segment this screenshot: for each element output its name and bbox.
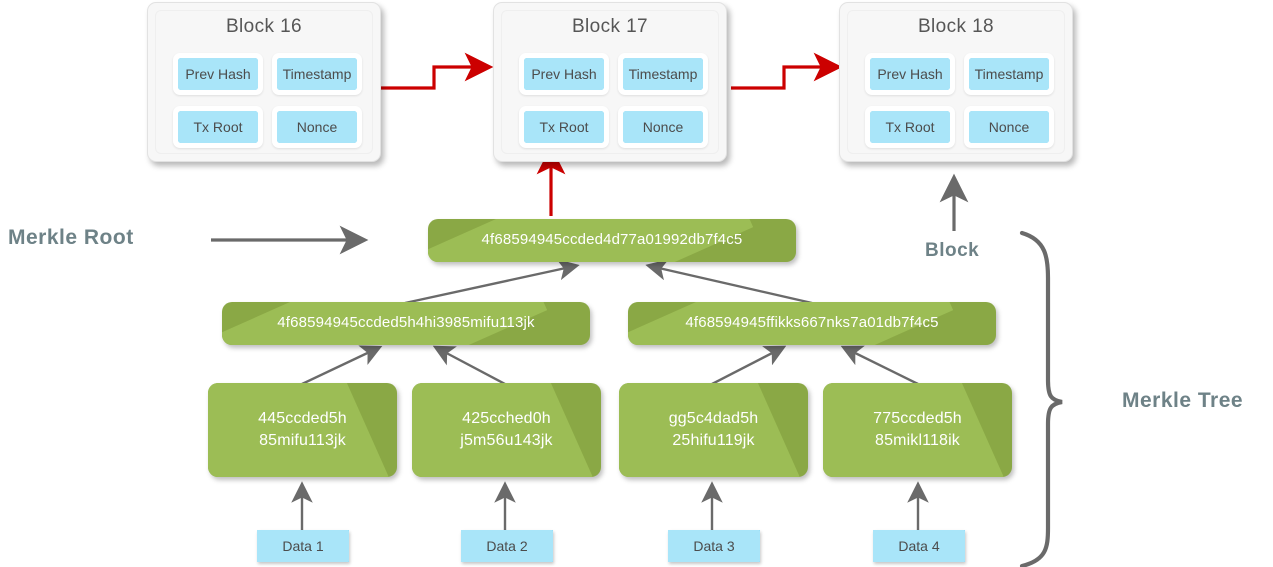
field-label: Tx Root	[885, 119, 935, 135]
data-box-label: Data 4	[898, 538, 940, 554]
field-label: Nonce	[642, 119, 684, 135]
merkle-leaf-node-4[interactable]: 775ccded5h 85mikl118ik	[823, 383, 1012, 477]
field-label: Timestamp	[282, 66, 352, 82]
block-title: Block 16	[225, 16, 303, 37]
block-field-nonce[interactable]: Nonce	[964, 106, 1054, 148]
block-field-timestamp[interactable]: Timestamp	[618, 53, 708, 95]
merkle-leaf-hash: gg5c4dad5h 25hifu119jk	[668, 409, 759, 449]
block-card-16[interactable]: Block 16 Prev Hash Timestamp Tx Root Non…	[147, 2, 381, 162]
field-label: Prev Hash	[185, 66, 251, 82]
data-box-label: Data 1	[282, 538, 324, 554]
merkle-branch-hash: 4f68594945ffikks667nks7a01db7f4c5	[685, 314, 939, 332]
merkle-branch-hash: 4f68594945ccded5h4hi3985mifu113jk	[277, 314, 535, 332]
data-to-leaf-arrows	[291, 481, 929, 530]
merkle-leaf-hash: 445ccded5h 85mifu113jk	[258, 409, 347, 449]
merkle-root-node[interactable]: 4f68594945ccded4d77a01992db7f4c5	[428, 219, 796, 262]
block-title: Block 18	[917, 16, 995, 37]
label-block: Block	[925, 240, 980, 261]
chain-link-16-17	[381, 52, 494, 90]
field-label: Timestamp	[974, 66, 1044, 82]
block-card-17[interactable]: Block 17 Prev Hash Timestamp Tx Root Non…	[493, 2, 727, 162]
block-field-prev-hash[interactable]: Prev Hash	[173, 53, 263, 95]
data-box-label: Data 2	[486, 538, 528, 554]
field-label: Tx Root	[539, 119, 589, 135]
merkle-leaf-node-3[interactable]: gg5c4dad5h 25hifu119jk	[619, 383, 808, 477]
field-label: Prev Hash	[877, 66, 943, 82]
branch-to-root-arrows	[404, 259, 813, 305]
block-field-nonce[interactable]: Nonce	[618, 106, 708, 148]
merkle-leaf-hash: 425cched0h j5m56u143jk	[460, 409, 553, 449]
label-merkle-root: Merkle Root	[8, 226, 134, 249]
block-field-prev-hash[interactable]: Prev Hash	[519, 53, 609, 95]
diagram-canvas: Block 16 Prev Hash Timestamp Tx Root Non…	[0, 0, 1273, 567]
merkle-leaf-hash: 775ccded5h 85mikl118ik	[873, 409, 962, 449]
data-box-4[interactable]: Data 4	[873, 530, 965, 562]
field-label: Timestamp	[628, 66, 698, 82]
block-field-tx-root[interactable]: Tx Root	[519, 106, 609, 148]
data-box-3[interactable]: Data 3	[668, 530, 760, 562]
block-card-18[interactable]: Block 18 Prev Hash Timestamp Tx Root Non…	[839, 2, 1073, 162]
block-title: Block 17	[571, 16, 649, 37]
leaf-to-branch-arrows	[301, 345, 919, 386]
merkle-leaf-node-1[interactable]: 445ccded5h 85mifu113jk	[208, 383, 397, 477]
label-merkle-tree: Merkle Tree	[1122, 389, 1244, 412]
field-label: Tx Root	[193, 119, 243, 135]
merkle-root-hash: 4f68594945ccded4d77a01992db7f4c5	[481, 231, 743, 249]
block-field-timestamp[interactable]: Timestamp	[272, 53, 362, 95]
field-label: Prev Hash	[531, 66, 597, 82]
block-field-timestamp[interactable]: Timestamp	[964, 53, 1054, 95]
data-box-2[interactable]: Data 2	[461, 530, 553, 562]
block-field-tx-root[interactable]: Tx Root	[173, 106, 263, 148]
block-field-prev-hash[interactable]: Prev Hash	[865, 53, 955, 95]
merkle-leaf-node-2[interactable]: 425cched0h j5m56u143jk	[412, 383, 601, 477]
data-box-label: Data 3	[693, 538, 735, 554]
block-field-tx-root[interactable]: Tx Root	[865, 106, 955, 148]
merkle-branch-node-left[interactable]: 4f68594945ccded5h4hi3985mifu113jk	[222, 302, 590, 345]
block-field-nonce[interactable]: Nonce	[272, 106, 362, 148]
field-label: Nonce	[296, 119, 338, 135]
data-box-1[interactable]: Data 1	[257, 530, 349, 562]
field-label: Nonce	[988, 119, 1030, 135]
merkle-branch-node-right[interactable]: 4f68594945ffikks667nks7a01db7f4c5	[628, 302, 996, 345]
chain-link-17-18	[731, 52, 843, 90]
